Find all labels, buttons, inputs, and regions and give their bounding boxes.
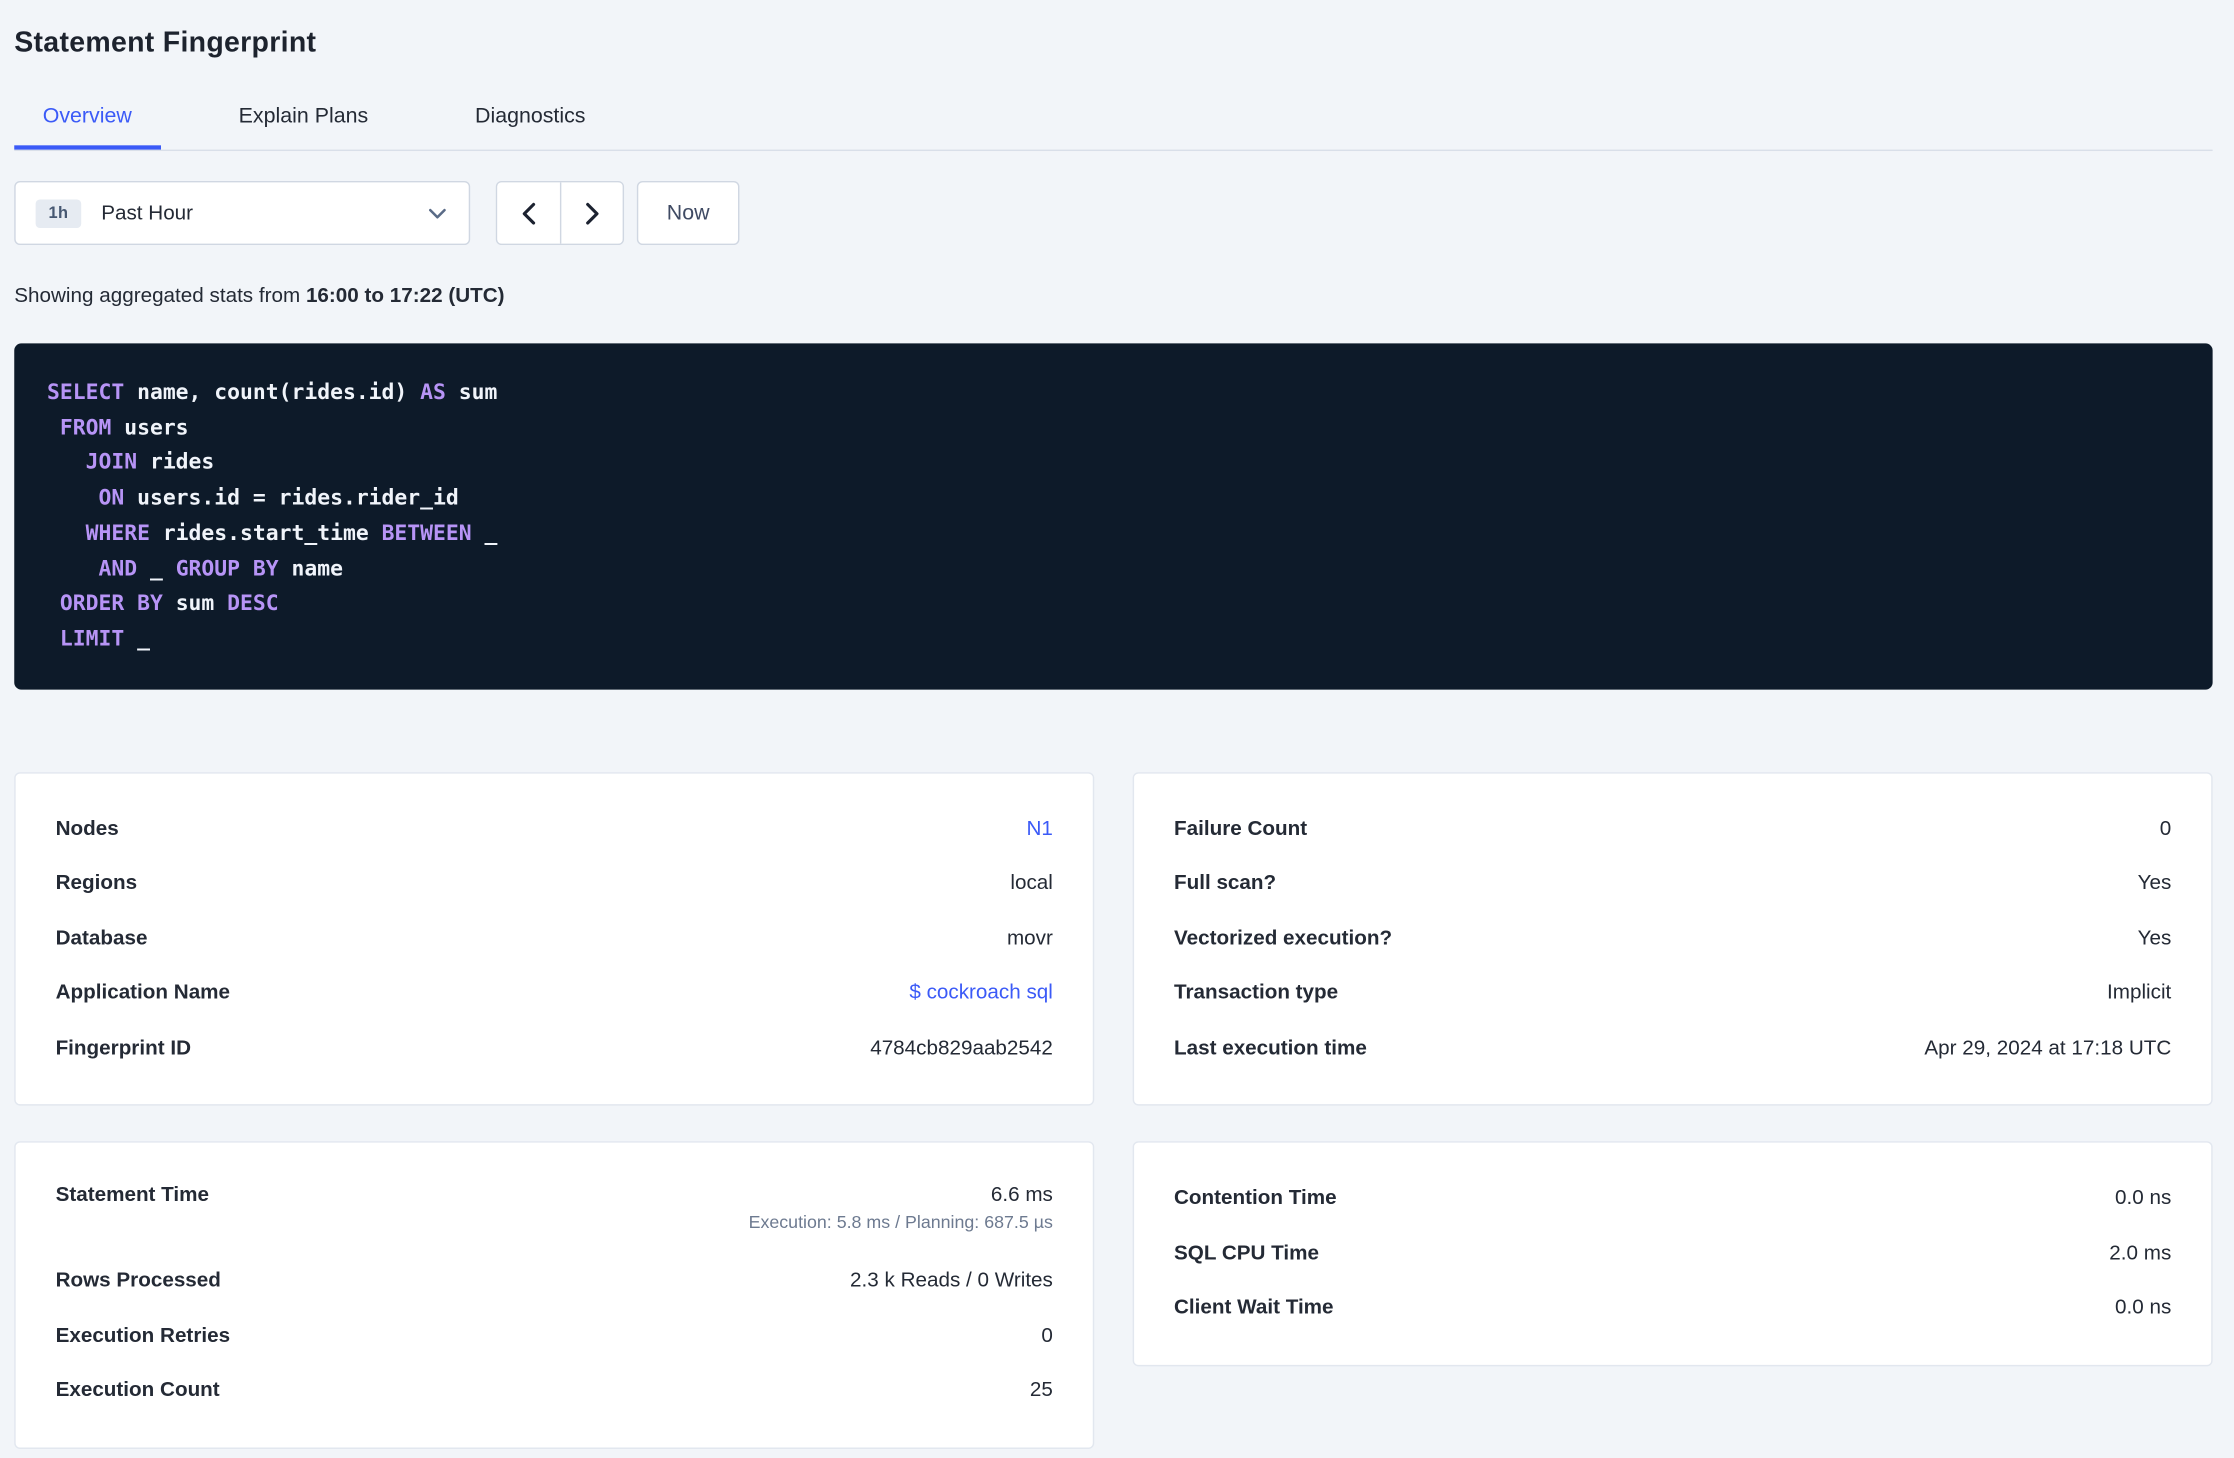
time-controls: 1h Past Hour Now <box>14 180 2212 246</box>
info-label: SQL CPU Time <box>1173 1242 1320 1265</box>
aggregation-note-range: 16:00 to 17:22 (UTC) <box>305 284 505 308</box>
statement-fingerprint-page: Statement Fingerprint Overview Explain P… <box>0 0 2234 1449</box>
info-row-transaction-type: Transaction type Implicit <box>1174 966 2171 1021</box>
info-label: Failure Count <box>1173 817 1308 841</box>
wait-times-card: Contention Time 0.0 ns SQL CPU Time 2.0 … <box>1132 1141 2213 1366</box>
info-value: 0.0 ns <box>2115 1187 2172 1211</box>
info-value: 0 <box>1041 1324 1053 1348</box>
info-label: Last execution time <box>1173 1037 1367 1060</box>
tab-diagnostics[interactable]: Diagnostics <box>447 88 614 149</box>
info-row-last-execution-time: Last execution time Apr 29, 2024 at 17:1… <box>1174 1021 2171 1076</box>
info-label: Fingerprint ID <box>55 1037 192 1060</box>
info-value: movr <box>1006 927 1053 951</box>
page-title: Statement Fingerprint <box>14 27 317 59</box>
tab-explain-plans[interactable]: Explain Plans <box>210 88 396 149</box>
info-value: Yes <box>2137 927 2172 951</box>
chevron-right-icon <box>585 202 599 225</box>
info-label: Transaction type <box>1173 982 1339 1005</box>
prev-interval-button[interactable] <box>497 182 560 244</box>
statement-time-breakdown: Execution: 5.8 ms / Planning: 687.5 µs <box>748 1212 1053 1233</box>
time-interval-badge: 1h <box>35 198 82 228</box>
info-label: Application Name <box>55 982 231 1005</box>
chevron-down-icon <box>428 207 446 218</box>
info-row-database: Database movr <box>56 911 1053 966</box>
info-value: 0.0 ns <box>2115 1297 2172 1320</box>
info-value: 6.6 ms <box>990 1184 1053 1207</box>
info-row-application-name: Application Name $ cockroach sql <box>56 966 1053 1021</box>
info-value: 25 <box>1029 1379 1053 1403</box>
nodes-link[interactable]: N1 <box>1026 818 1052 841</box>
info-value: 2.3 k Reads / 0 Writes <box>850 1269 1053 1293</box>
chevron-left-icon <box>521 202 536 225</box>
application-name-link[interactable]: $ cockroach sql <box>909 982 1053 1005</box>
viewport: Statement Fingerprint Overview Explain P… <box>0 0 2234 1458</box>
info-label: Client Wait Time <box>1173 1297 1334 1320</box>
info-value: 0 <box>2159 817 2172 841</box>
identity-card: Nodes N1 Regions local Database movr App… <box>14 771 1095 1106</box>
info-row-rows-processed: Rows Processed 2.3 k Reads / 0 Writes <box>56 1254 1053 1309</box>
info-row-full-scan: Full scan? Yes <box>1174 856 2171 911</box>
info-row-sql-cpu-time: SQL CPU Time 2.0 ms <box>1174 1226 2171 1281</box>
info-label: Database <box>55 927 148 951</box>
timing-card: Statement Time 6.6 ms Execution: 5.8 ms … <box>14 1141 1095 1449</box>
info-row-statement-time: Statement Time 6.6 ms Execution: 5.8 ms … <box>56 1171 1053 1254</box>
time-range-label: Past Hour <box>101 201 194 225</box>
info-label: Execution Retries <box>55 1324 231 1348</box>
info-value: Apr 29, 2024 at 17:18 UTC <box>1924 1037 2172 1060</box>
info-label: Regions <box>55 872 138 896</box>
aggregation-note-prefix: Showing aggregated stats from <box>14 284 306 308</box>
info-value: 4784cb829aab2542 <box>870 1037 1053 1060</box>
info-label: Execution Count <box>55 1379 220 1403</box>
info-row-failure-count: Failure Count 0 <box>1174 802 2171 857</box>
tab-overview[interactable]: Overview <box>14 88 161 150</box>
sql-statement-box: SELECT name, count(rides.id) AS sum FROM… <box>14 343 2213 690</box>
tab-bar: Overview Explain Plans Diagnostics <box>14 88 2213 152</box>
info-row-regions: Regions local <box>56 856 1053 911</box>
info-row-vectorized: Vectorized execution? Yes <box>1174 911 2171 966</box>
info-label: Statement Time <box>55 1184 210 1207</box>
statement-time-values: 6.6 ms Execution: 5.8 ms / Planning: 687… <box>749 1184 1053 1232</box>
info-label: Rows Processed <box>55 1269 221 1293</box>
info-row-nodes: Nodes N1 <box>56 802 1053 857</box>
next-interval-button[interactable] <box>559 182 623 244</box>
info-row-contention-time: Contention Time 0.0 ns <box>1174 1171 2171 1226</box>
time-range-select[interactable]: 1h Past Hour <box>14 180 471 246</box>
aggregation-note: Showing aggregated stats from 16:00 to 1… <box>14 285 2212 308</box>
info-row-client-wait-time: Client Wait Time 0.0 ns <box>1174 1281 2171 1336</box>
summary-cards: Nodes N1 Regions local Database movr App… <box>14 771 2213 1449</box>
info-value: local <box>1010 872 1053 896</box>
execution-attributes-card: Failure Count 0 Full scan? Yes Vectorize… <box>1132 771 2213 1106</box>
interval-step-group <box>495 180 625 246</box>
info-row-execution-retries: Execution Retries 0 <box>56 1309 1053 1364</box>
info-value: Yes <box>2137 872 2172 896</box>
info-label: Contention Time <box>1173 1187 1337 1211</box>
info-label: Vectorized execution? <box>1173 927 1393 951</box>
info-row-fingerprint-id: Fingerprint ID 4784cb829aab2542 <box>56 1021 1053 1076</box>
scale-root: Statement Fingerprint Overview Explain P… <box>0 0 2234 1458</box>
info-label: Full scan? <box>1173 872 1277 896</box>
info-label: Nodes <box>55 817 119 841</box>
info-row-execution-count: Execution Count 25 <box>56 1364 1053 1419</box>
info-value: Implicit <box>2107 982 2172 1005</box>
now-button[interactable]: Now <box>636 180 740 246</box>
info-value: 2.0 ms <box>2109 1242 2172 1265</box>
